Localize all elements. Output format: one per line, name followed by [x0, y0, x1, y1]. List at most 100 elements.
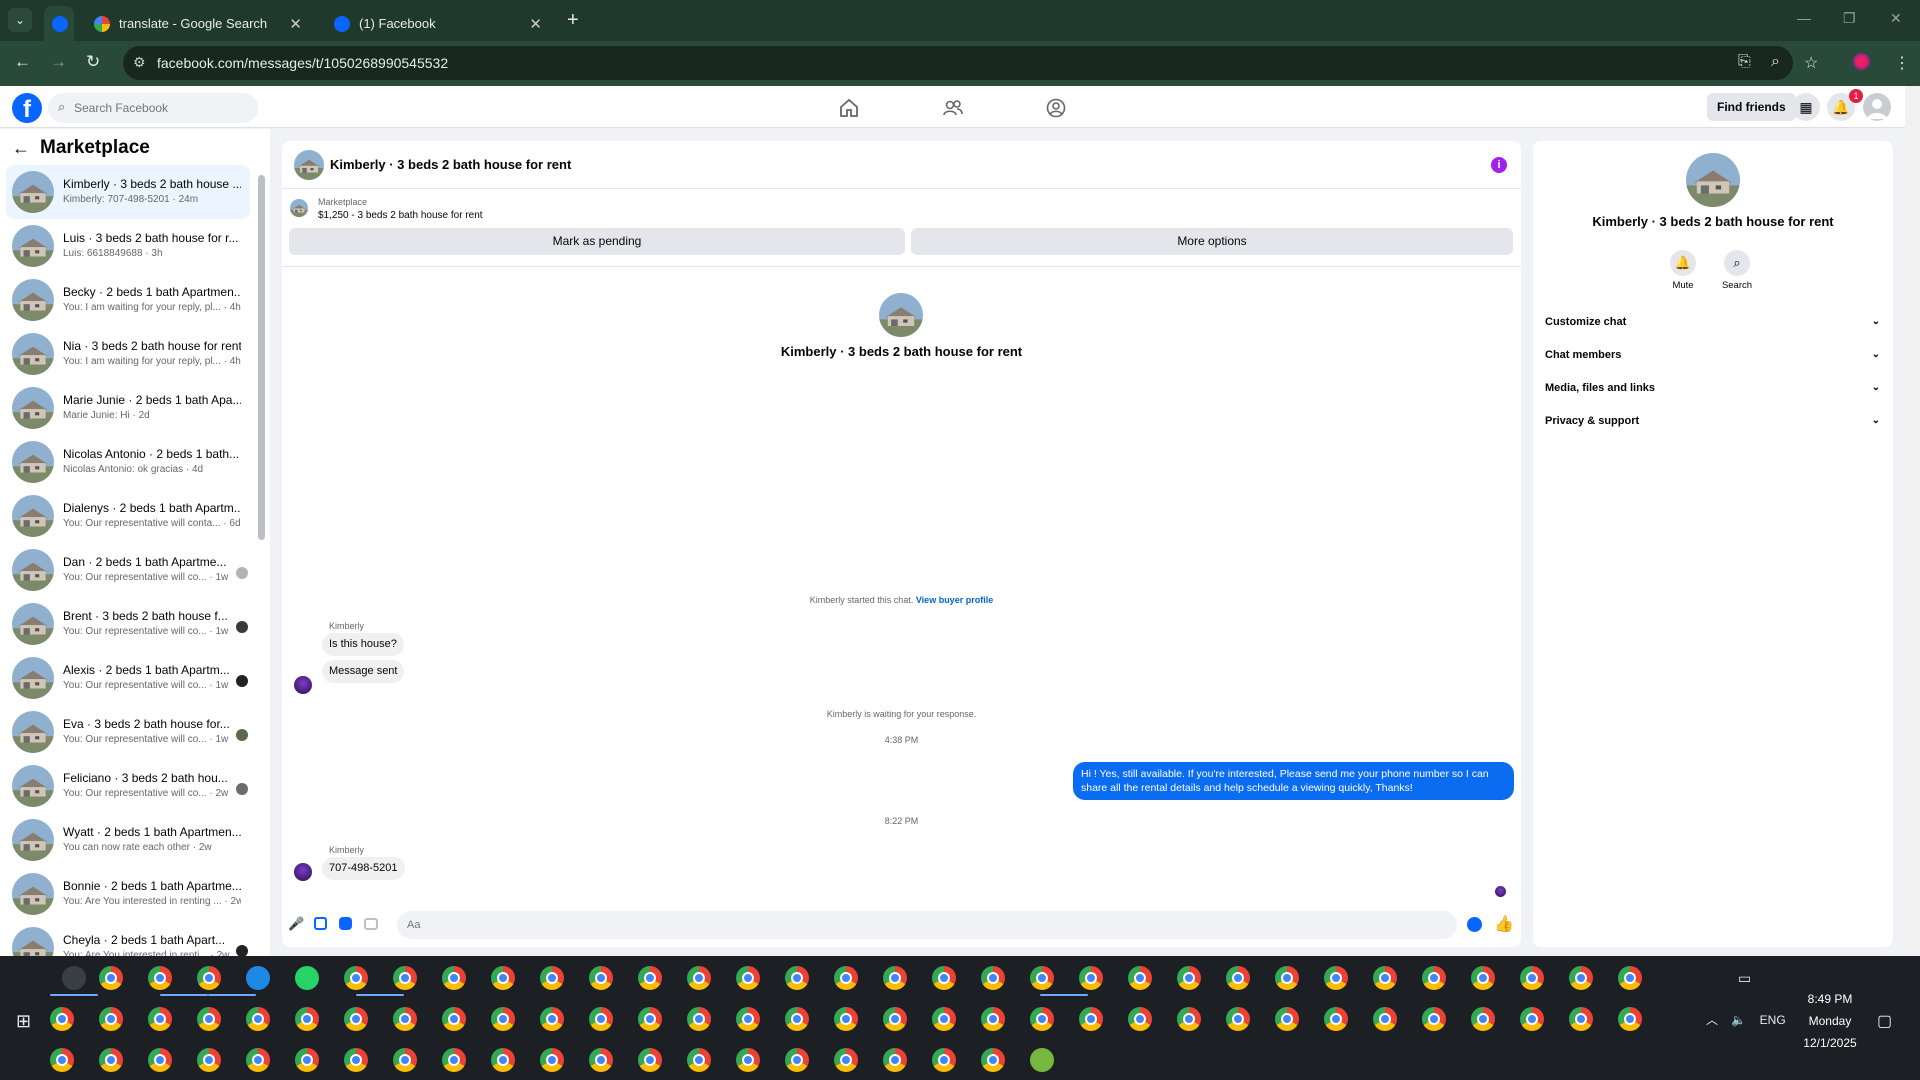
conversation-item[interactable]: Kimberly · 3 beds 2 bath house ... Kimber…	[6, 165, 250, 219]
mute-action[interactable]: 🔔 Mute	[1663, 250, 1703, 291]
chrome-taskbar-icon[interactable]	[99, 1048, 123, 1072]
chrome-taskbar-icon[interactable]	[981, 1007, 1005, 1031]
chrome-taskbar-icon[interactable]	[148, 1007, 172, 1031]
media-files-links-row[interactable]: Media, files and links ⌄	[1545, 382, 1880, 402]
close-tab-icon[interactable]: ✕	[289, 15, 302, 33]
chrome-taskbar-icon[interactable]	[589, 966, 613, 990]
chrome-taskbar-icon[interactable]	[1373, 1007, 1397, 1031]
chrome-taskbar-icon[interactable]	[540, 1007, 564, 1031]
tab-facebook[interactable]: (1) Facebook ✕	[322, 6, 554, 41]
chrome-taskbar-icon[interactable]	[785, 1048, 809, 1072]
conversation-item[interactable]: Marie Junie · 2 beds 1 bath Apa... Marie …	[6, 381, 250, 435]
incoming-message[interactable]: Message sent	[322, 660, 405, 683]
chrome-taskbar-icon[interactable]	[99, 966, 123, 990]
listing-price-title[interactable]: $1,250 - 3 beds 2 bath house for rent	[318, 210, 483, 221]
outgoing-message[interactable]: Hi ! Yes, still available. If you're int…	[1073, 762, 1514, 800]
chrome-taskbar-icon[interactable]	[344, 966, 368, 990]
chrome-taskbar-icon[interactable]	[1079, 1007, 1103, 1031]
chat-members-row[interactable]: Chat members ⌄	[1545, 349, 1880, 369]
chrome-taskbar-icon[interactable]	[393, 966, 417, 990]
chrome-taskbar-icon[interactable]	[638, 1007, 662, 1031]
url-text[interactable]: facebook.com/messages/t/1050268990545532	[157, 55, 448, 71]
chrome-taskbar-icon[interactable]	[638, 1048, 662, 1072]
utorrent-taskbar-icon[interactable]	[1030, 1048, 1054, 1072]
reload-icon[interactable]: ↻	[86, 52, 100, 72]
chrome-taskbar-icon[interactable]	[1128, 1007, 1152, 1031]
chevron-up-icon[interactable]: ︿	[1706, 1013, 1718, 1027]
mark-as-pending-button[interactable]: Mark as pending	[289, 228, 905, 255]
chrome-taskbar-icon[interactable]	[1520, 1007, 1544, 1031]
bell-icon[interactable]: 🔔	[1670, 250, 1696, 276]
new-tab-button[interactable]: +	[567, 9, 579, 32]
menu-grid-icon[interactable]: ▦	[1792, 93, 1820, 121]
tab-facebook-pinned[interactable]	[44, 6, 74, 41]
chrome-taskbar-icon[interactable]	[932, 1007, 956, 1031]
profile-icon[interactable]	[1853, 53, 1870, 70]
sticker-icon[interactable]	[339, 917, 352, 930]
chrome-taskbar-icon[interactable]	[344, 1007, 368, 1031]
forward-arrow-icon[interactable]: →	[50, 52, 67, 72]
more-options-button[interactable]: More options	[911, 228, 1513, 255]
incoming-message[interactable]: 707-498-5201	[322, 857, 405, 880]
chrome-taskbar-icon[interactable]	[834, 1007, 858, 1031]
chat-title[interactable]: Kimberly · 3 beds 2 bath house for rent	[330, 157, 571, 172]
restore-icon[interactable]: ❐	[1843, 10, 1856, 27]
conversation-item[interactable]: Bonnie · 2 beds 1 bath Apartme... You: Ar…	[6, 867, 250, 921]
chrome-taskbar-icon[interactable]	[589, 1048, 613, 1072]
chrome-taskbar-icon[interactable]	[442, 966, 466, 990]
listing-avatar-large[interactable]	[879, 293, 923, 337]
chrome-taskbar-icon[interactable]	[932, 966, 956, 990]
chrome-taskbar-icon[interactable]	[1618, 1007, 1642, 1031]
back-arrow-icon[interactable]: ←	[12, 138, 30, 159]
notification-center-icon[interactable]: ▢	[1877, 1011, 1892, 1031]
customize-chat-row[interactable]: Customize chat ⌄	[1545, 316, 1880, 336]
chrome-taskbar-icon[interactable]	[246, 1048, 270, 1072]
chrome-taskbar-icon[interactable]	[148, 1048, 172, 1072]
chrome-taskbar-icon[interactable]	[1618, 966, 1642, 990]
chrome-taskbar-icon[interactable]	[1079, 966, 1103, 990]
find-friends-button[interactable]: Find friends	[1707, 93, 1796, 121]
conversation-item[interactable]: Nicolas Antonio · 2 beds 1 bath... Nicola…	[6, 435, 250, 489]
chrome-taskbar-icon[interactable]	[1275, 966, 1299, 990]
chrome-taskbar-icon[interactable]	[1128, 966, 1152, 990]
chrome-taskbar-icon[interactable]	[393, 1007, 417, 1031]
system-clock[interactable]: 8:49 PM Monday 12/1/2025	[1795, 988, 1865, 1054]
chrome-taskbar-icon[interactable]	[932, 1048, 956, 1072]
chrome-taskbar-icon[interactable]	[1422, 966, 1446, 990]
scrollbar-thumb[interactable]	[258, 175, 265, 540]
listing-thumbnail[interactable]	[290, 199, 308, 217]
search-icon[interactable]: ⌕	[1724, 250, 1750, 276]
chrome-taskbar-icon[interactable]	[442, 1048, 466, 1072]
chrome-taskbar-icon[interactable]	[1569, 1007, 1593, 1031]
conversation-item[interactable]: Dan · 2 beds 1 bath Apartme... You: Our r…	[6, 543, 250, 597]
conversation-item[interactable]: Feliciano · 3 beds 2 bath hou... You: Our…	[6, 759, 250, 813]
conversation-item[interactable]: Brent · 3 beds 2 bath house f... You: Our…	[6, 597, 250, 651]
chrome-taskbar-icon[interactable]	[197, 1048, 221, 1072]
chrome-taskbar-icon[interactable]	[981, 966, 1005, 990]
chrome-taskbar-icon[interactable]	[1569, 966, 1593, 990]
tab-search-chevron-icon[interactable]: ⌄	[8, 8, 32, 32]
emoji-icon[interactable]	[1467, 917, 1482, 932]
chrome-taskbar-icon[interactable]	[834, 1048, 858, 1072]
url-omnibox[interactable]: ⚙ facebook.com/messages/t/10502689905455…	[123, 46, 1793, 80]
search-input[interactable]	[74, 93, 252, 123]
scrollbar[interactable]	[257, 169, 265, 911]
account-avatar[interactable]	[1863, 93, 1891, 121]
view-buyer-profile-link[interactable]: View buyer profile	[916, 595, 993, 605]
edge-taskbar-icon[interactable]	[246, 966, 270, 990]
message-input[interactable]	[397, 911, 1457, 939]
whatsapp-taskbar-icon[interactable]	[295, 966, 319, 990]
chrome-taskbar-icon[interactable]	[1226, 966, 1250, 990]
chrome-taskbar-icon[interactable]	[50, 1007, 74, 1031]
sender-avatar[interactable]	[294, 676, 312, 694]
chrome-taskbar-icon[interactable]	[246, 1007, 270, 1031]
chrome-taskbar-icon[interactable]	[50, 1048, 74, 1072]
chrome-taskbar-icon[interactable]	[638, 966, 662, 990]
site-info-icon[interactable]: ⚙	[133, 54, 146, 71]
tab-google-search[interactable]: translate - Google Search ✕	[82, 6, 314, 41]
chrome-taskbar-icon[interactable]	[736, 1048, 760, 1072]
install-app-icon[interactable]: ⎘	[1738, 53, 1751, 71]
chrome-taskbar-icon[interactable]	[99, 1007, 123, 1031]
chrome-taskbar-icon[interactable]	[883, 966, 907, 990]
sender-avatar[interactable]	[294, 863, 312, 881]
